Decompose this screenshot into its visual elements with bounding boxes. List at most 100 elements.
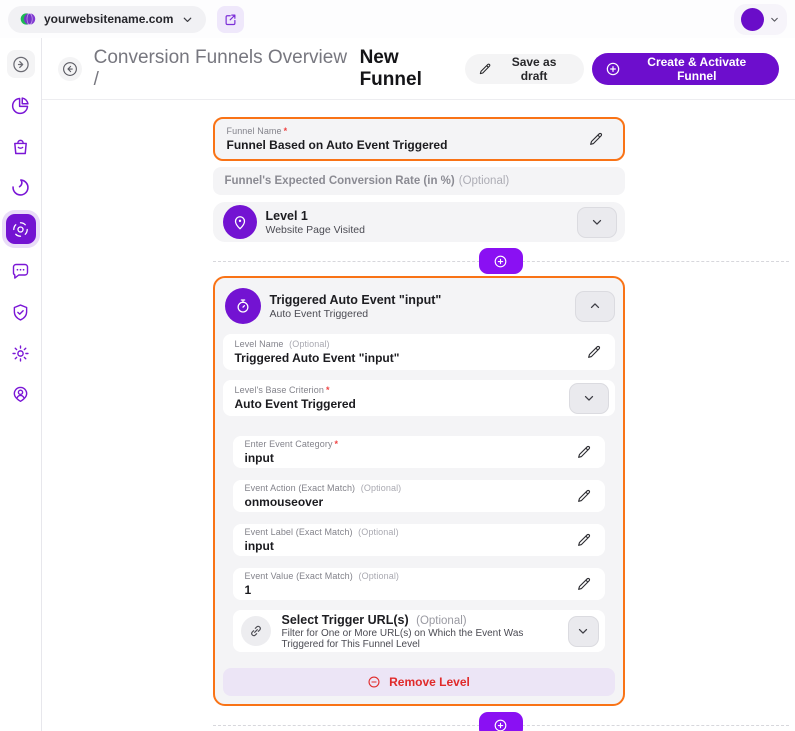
edit-pencil-icon[interactable] [581,124,611,154]
sidebar-item-settings[interactable] [7,339,35,367]
map-pin-icon [222,205,257,239]
funnel-name-label: Funnel Name [226,126,282,136]
conversion-funnels-icon [11,220,30,239]
funnel-form: Funnel Name * Funnel Based on Auto Event … [212,100,789,731]
sidebar-item-feedback[interactable] [7,257,35,285]
sidebar-item-conversion-funnels[interactable] [5,214,36,244]
event-value-value: 1 [244,583,252,597]
level-1-card[interactable]: Level 1 Website Page Visited [212,202,625,242]
edit-pencil-icon[interactable] [569,481,599,511]
optional-mark: (Optional) [358,571,400,581]
optional-mark: (Optional) [458,175,510,187]
page-header: Conversion Funnels Overview / New Funnel… [42,38,795,100]
edit-pencil-icon[interactable] [569,569,599,599]
event-action-label: Event Action (Exact Match) [244,483,356,493]
event-category-label: Enter Event Category [244,439,333,449]
edit-pencil-icon[interactable] [569,525,599,555]
optional-mark: (Optional) [358,527,399,537]
level-2-card: Triggered Auto Event "input" Auto Event … [212,276,625,706]
pie-chart-icon [10,95,31,116]
event-action-field[interactable]: Event Action (Exact Match) (Optional) on… [232,480,605,512]
remove-level-label: Remove Level [389,675,470,689]
level-1-title: Level 1 [265,208,308,223]
save-as-draft-label: Save as draft [511,54,557,83]
chevron-down-icon [582,391,596,405]
chevron-down-icon [576,624,590,638]
base-criterion-dropdown-button[interactable] [568,382,609,414]
base-criterion-value: Auto Event Triggered [234,397,356,411]
breadcrumb[interactable]: Conversion Funnels Overview / [94,47,354,91]
level-name-value: Triggered Auto Event "input" [234,351,400,365]
chat-icon [10,261,31,282]
optional-mark: (Optional) [360,483,402,493]
base-criterion-label: Level's Base Criterion [234,385,324,395]
expected-conversion-rate-placeholder: Funnel's Expected Conversion Rate (in %) [224,175,455,187]
event-label-field[interactable]: Event Label (Exact Match) (Optional) inp… [232,524,605,556]
back-arrow-icon [61,60,79,78]
event-category-field[interactable]: Enter Event Category * input [232,436,605,468]
level-connector [212,246,789,276]
expected-conversion-rate-field[interactable]: Funnel's Expected Conversion Rate (in %)… [212,167,625,195]
plus-circle-icon [493,718,508,731]
link-icon [240,616,271,646]
shopping-bag-icon [10,136,31,157]
event-value-field[interactable]: Event Value (Exact Match) (Optional) 1 [232,568,605,600]
domain-selector[interactable]: yourwebsitename.com [8,5,207,33]
minus-circle-icon [367,675,381,689]
add-level-button[interactable] [478,712,523,731]
edit-pencil-icon[interactable] [569,437,599,467]
sidebar-item-dashboard[interactable] [7,91,35,119]
funnel-name-value: Funnel Based on Auto Event Triggered [226,138,448,152]
level-1-expand-button[interactable] [576,206,617,238]
required-mark: * [283,126,288,136]
level-name-label: Level Name [234,339,284,349]
base-criterion-field[interactable]: Level's Base Criterion * Auto Event Trigg… [222,380,615,416]
save-as-draft-button[interactable]: Save as draft [464,53,584,84]
funnel-name-field[interactable]: Funnel Name * Funnel Based on Auto Event … [212,117,625,161]
trigger-urls-subtitle: Filter for One or More URL(s) on Which t… [281,627,524,650]
remove-level-button[interactable]: Remove Level [222,668,615,696]
chevron-up-icon [588,299,602,313]
event-action-value: onmouseover [244,495,324,509]
sidebar-item-visitors[interactable] [7,380,35,408]
level-name-field[interactable]: Level Name (Optional) Triggered Auto Eve… [222,334,615,370]
level-connector [212,710,789,731]
sidebar-item-privacy[interactable] [7,298,35,326]
page-title: New Funnel [359,46,422,90]
sidebar-toggle-button[interactable] [6,50,35,78]
plus-circle-icon [605,61,621,77]
external-link-icon [223,12,238,27]
create-activate-funnel-button[interactable]: Create & Activate Funnel [591,52,779,85]
trigger-urls-dropdown-button[interactable] [568,615,599,647]
optional-mark: (Optional) [416,614,467,627]
event-value-label: Event Value (Exact Match) [244,571,353,581]
level-1-subtitle: Website Page Visited [265,223,365,236]
donut-chart-icon [10,177,31,198]
chevron-down-icon [590,215,604,229]
trigger-urls-field[interactable]: Select Trigger URL(s) (Optional) Filter … [232,610,605,652]
event-category-value: input [244,451,274,465]
domain-name: yourwebsitename.com [44,12,174,26]
globe-favicon [20,11,36,27]
level-2-subtitle: Auto Event Triggered [269,307,369,320]
event-label-value: input [244,539,274,553]
trigger-urls-title: Select Trigger URL(s) [281,612,409,627]
account-menu[interactable] [734,3,787,35]
plus-circle-icon [493,254,508,269]
level-2-title: Triggered Auto Event "input" [269,292,442,307]
topbar: yourwebsitename.com [0,0,795,38]
add-level-button[interactable] [478,248,523,274]
sidebar [0,38,42,731]
back-button[interactable] [58,56,82,81]
event-label-label: Event Label (Exact Match) [244,527,353,537]
stopwatch-icon [224,288,261,324]
sidebar-item-analytics[interactable] [7,173,35,201]
level-2-collapse-button[interactable] [574,290,615,322]
open-website-button[interactable] [217,5,245,33]
sidebar-item-ecommerce[interactable] [7,132,35,160]
required-mark: * [325,385,330,395]
required-mark: * [334,439,339,449]
user-location-icon [10,384,31,405]
edit-pencil-icon[interactable] [579,337,609,367]
level-2-header[interactable]: Triggered Auto Event "input" Auto Event … [223,286,615,326]
